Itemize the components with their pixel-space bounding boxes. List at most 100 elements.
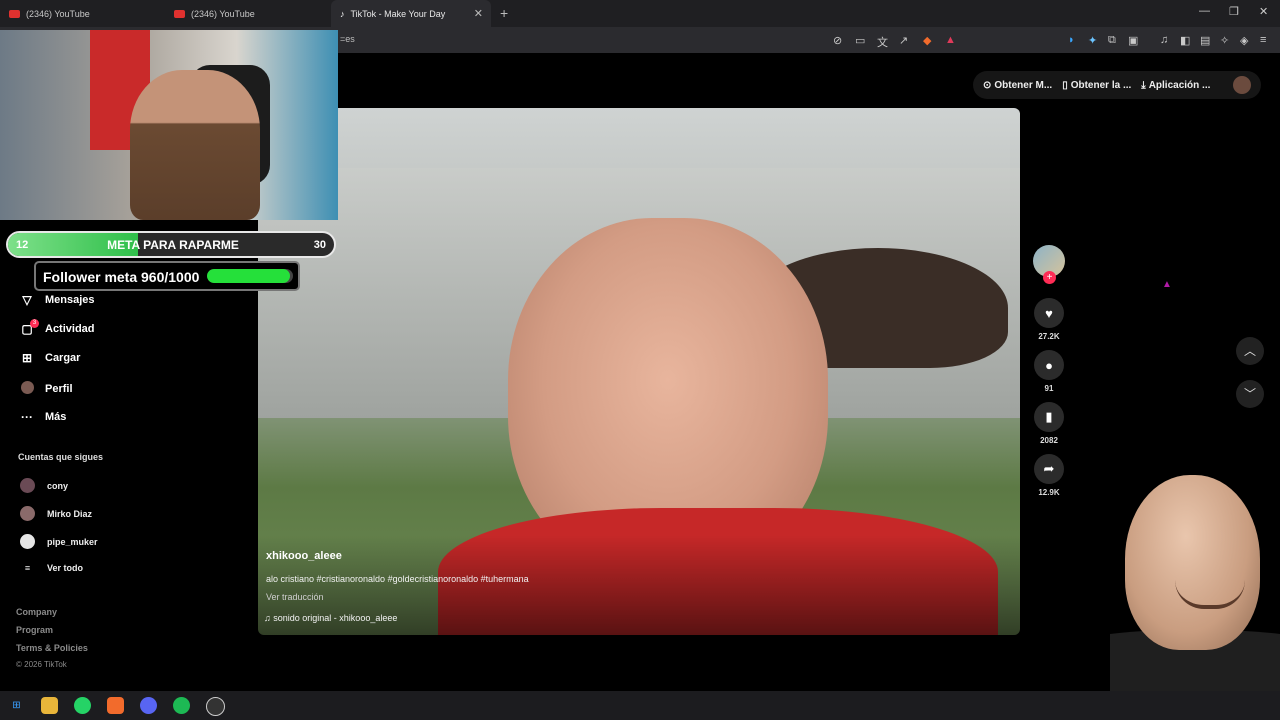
whatsapp-icon[interactable] [74,697,91,714]
rewards-icon[interactable]: ▲ [945,34,956,46]
leo-icon[interactable]: ✧ [1220,34,1229,47]
puzzle-icon[interactable]: ⧉ [1108,34,1116,47]
browser-tab-youtube-2[interactable]: (2346) YouTube [165,0,330,27]
heart-icon: ♥ [1034,298,1064,328]
download-icon: ⤓ [1141,79,1146,91]
see-all-label: Ver todo [47,563,84,573]
comment-count: 91 [1044,384,1054,393]
send-icon: ▽ [22,293,32,307]
new-tab-button[interactable]: + [500,5,508,21]
sidebar-item-upload[interactable]: ⊞ Cargar [18,351,81,365]
translate-link[interactable]: Ver traducción [266,592,324,602]
sidebar-item-profile[interactable]: Perfil [18,381,73,397]
desktop-app-button[interactable]: ⤓ Aplicación ... [1141,80,1210,91]
copyright: © 2026 TikTok [16,660,67,669]
following-item[interactable]: cony [20,478,68,493]
video-author[interactable]: xhikooo_aleee [266,550,342,562]
menu-label: Obtener M... [994,79,1053,91]
footer-terms-link[interactable]: Terms & Policies [16,643,88,653]
like-count: 27.2K [1038,332,1060,341]
meme-face-overlay [1110,470,1280,691]
follower-goal-bar [207,269,293,283]
following-name: Mirko Diaz [47,508,93,519]
profile-icon [18,381,36,397]
sidebar-icon[interactable]: ◧ [1180,34,1190,47]
restore-icon[interactable]: ❐ [1229,5,1239,18]
browser-tab-tiktok[interactable]: ♪ TikTok - Make Your Day ✕ [331,0,491,27]
avatar [20,478,35,493]
goal-label: META PARA RAPARME [107,238,239,252]
discord-icon[interactable] [140,697,157,714]
sidebar-item-more[interactable]: ··· Más [18,410,66,424]
brave-browser-icon[interactable] [107,697,124,714]
activity-badge: 3 [30,319,39,328]
close-window-icon[interactable]: ✕ [1259,5,1268,18]
like-button[interactable]: ♥ 27.2K [1034,298,1064,341]
get-app-button[interactable]: ▯ Obtener la ... [1062,80,1131,91]
url-text[interactable]: =es [340,34,355,44]
next-video-button[interactable]: ﹀ [1236,380,1264,408]
windows-start-icon[interactable]: ⊞ [8,697,25,714]
following-name: pipe_muker [47,536,98,547]
vpn-icon[interactable]: ◈ [1240,34,1248,47]
follow-plus-icon[interactable]: + [1043,271,1056,284]
share-icon[interactable]: ↗ [899,34,908,47]
user-avatar[interactable] [1233,76,1251,94]
goal-progress-bar: 12 META PARA RAPARME 30 [6,231,336,258]
youtube-icon [9,9,20,18]
goal-max: 30 [313,239,326,251]
mouse-cursor-icon: ▲ [1162,279,1172,290]
screenshot-icon[interactable]: ▣ [1128,34,1138,47]
sound-label: sonido original - xhikooo_aleee [273,613,398,623]
wallet-icon[interactable]: ▤ [1200,34,1210,47]
minimize-icon[interactable]: — [1199,5,1210,17]
translate-icon[interactable]: 文 [877,34,888,50]
chevron-down-icon: ﹀ [1243,387,1256,401]
video-caption: alo cristiano #cristianoronaldo #goldecr… [266,574,529,584]
share-count: 12.9K [1038,488,1060,497]
music-note-icon: ♫ [264,613,271,623]
windows-taskbar: ⊞ [0,691,1280,720]
tiktok-icon: ♪ [340,8,345,19]
share-arrow-icon: ➦ [1034,454,1064,484]
footer-company-link[interactable]: Company [16,607,57,617]
sound-link[interactable]: ♫ sonido original - xhikooo_aleee [264,613,397,623]
menu-label: Aplicación ... [1148,79,1211,91]
menu-icon[interactable]: ≡ [1260,34,1266,46]
sidebar-item-label: Cargar [45,352,81,364]
tab-title: TikTok - Make Your Day [350,8,446,19]
following-item[interactable]: Mirko Diaz [20,506,92,521]
save-count: 2082 [1040,436,1058,445]
spotify-icon[interactable] [173,697,190,714]
more-icon: ··· [21,410,33,424]
brave-shield-icon[interactable]: ◆ [923,34,931,47]
extension-icon[interactable]: ✦ [1088,34,1097,47]
file-explorer-icon[interactable] [41,697,58,714]
music-icon[interactable]: ♫ [1160,34,1168,46]
phone-icon: ▯ [1062,79,1068,91]
previous-video-button[interactable]: ︿ [1236,337,1264,365]
avatar [20,506,35,521]
following-item[interactable]: pipe_muker [20,534,98,549]
tracking-off-icon[interactable]: ⊘ [833,34,842,47]
following-name: cony [47,480,69,491]
streamer [130,70,260,220]
share-button[interactable]: ➦ 12.9K [1034,454,1064,497]
browser-tab-youtube-1[interactable]: (2346) YouTube [0,0,165,27]
see-all-link[interactable]: ≡ Ver todo [20,563,83,573]
sidebar-item-label: Mensajes [45,294,95,306]
coin-icon: ⊙ [983,79,992,91]
sidebar-item-messages[interactable]: ▽ Mensajes [18,293,95,307]
following-section-title: Cuentas que sigues [18,452,104,462]
top-menu: ⊙ Obtener M... ▯ Obtener la ... ⤓ Aplica… [973,71,1261,99]
close-tab-icon[interactable]: ✕ [474,7,483,20]
obs-icon[interactable] [206,697,225,716]
extension-icon[interactable]: ◗ [1068,34,1075,46]
comment-button[interactable]: ● 91 [1034,350,1064,393]
footer-program-link[interactable]: Program [16,625,53,635]
cast-icon[interactable]: ▭ [855,34,865,47]
get-coins-button[interactable]: ⊙ Obtener M... [983,80,1052,91]
chevron-up-icon: ︿ [1243,344,1256,358]
save-button[interactable]: ▮ 2082 [1034,402,1064,445]
webcam-overlay [0,30,338,220]
